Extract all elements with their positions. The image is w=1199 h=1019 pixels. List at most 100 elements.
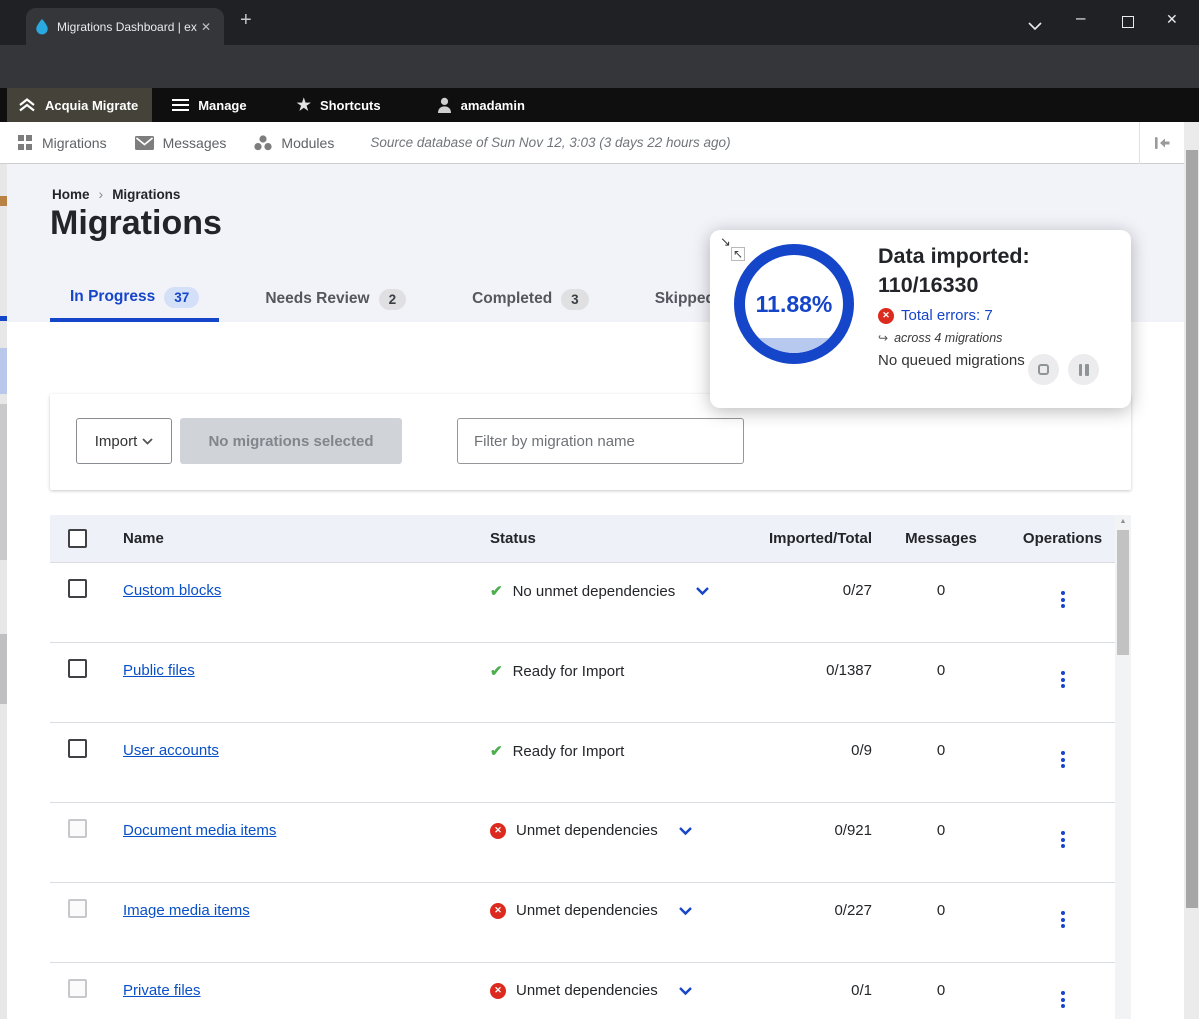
tab-title: Migrations Dashboard | example (57, 20, 197, 34)
status-expand-chevron[interactable] (678, 906, 693, 916)
drupal-favicon (35, 19, 49, 35)
toolbar-item-manage[interactable]: Manage (160, 88, 258, 122)
migrations-table: Name Status Imported/Total Messages Oper… (50, 515, 1131, 1019)
row-checkbox[interactable] (68, 579, 87, 598)
admin-toolbar: Acquia Migrate Manage ★ Shortcuts amadam… (0, 88, 1199, 122)
toolbar-item-user[interactable]: amadamin (425, 88, 537, 122)
toolbar-item-shortcuts[interactable]: ★ Shortcuts (285, 88, 393, 122)
toolbar-item-migrations[interactable]: Migrations (18, 135, 107, 151)
scroll-up-arrow[interactable]: ▲ (1115, 518, 1131, 525)
table-header: Name Status Imported/Total Messages Oper… (50, 515, 1131, 562)
migration-link[interactable]: Public files (123, 662, 195, 679)
secondary-toolbar: Migrations Messages Modules Source datab… (0, 122, 1199, 164)
status-error-icon: ✕ (490, 823, 506, 839)
migration-link[interactable]: User accounts (123, 742, 219, 759)
operations-kebab-icon[interactable] (1061, 831, 1065, 848)
messages-count: 0 (937, 582, 945, 599)
header-name: Name (106, 530, 466, 547)
toolbar-item-acquia-migrate[interactable]: Acquia Migrate (7, 88, 152, 122)
migration-link[interactable]: Document media items (123, 822, 276, 839)
table-scrollbar-thumb[interactable] (1117, 530, 1129, 655)
resize-handle-icon[interactable]: ↘ (720, 234, 731, 250)
tab-completed[interactable]: Completed 3 (452, 276, 609, 322)
migration-link[interactable]: Custom blocks (123, 582, 221, 599)
source-database-note: Source database of Sun Nov 12, 3:03 (3 d… (370, 135, 730, 150)
operations-kebab-icon[interactable] (1061, 991, 1065, 1008)
header-imported: Imported/Total (750, 530, 872, 547)
status-text: No unmet dependencies (513, 583, 676, 600)
browser-tab[interactable]: Migrations Dashboard | example ✕ (26, 8, 224, 45)
table-row: User accounts ✔Ready for Import 0/9 0 (50, 722, 1131, 802)
header-operations: Operations (1010, 530, 1115, 547)
tab-needs-review[interactable]: Needs Review 2 (245, 276, 426, 322)
window-close-button[interactable]: ✕ (1166, 11, 1178, 28)
messages-count: 0 (937, 662, 945, 679)
error-icon: ✕ (878, 308, 894, 324)
tab-close-icon[interactable]: ✕ (201, 20, 211, 34)
list-controls-card: Import No migrations selected (50, 394, 1131, 490)
tab-label: Needs Review (265, 290, 369, 308)
operations-kebab-icon[interactable] (1061, 751, 1065, 768)
no-migrations-selected-button[interactable]: No migrations selected (180, 418, 402, 464)
status-error-icon: ✕ (490, 903, 506, 919)
table-scrollbar[interactable]: ▲ (1115, 515, 1131, 1019)
menu-icon (172, 96, 189, 113)
pause-button[interactable] (1068, 354, 1099, 385)
import-progress-popup: ↘ ↖ 11.88% Data imported: 110/16330 ✕ To… (710, 230, 1131, 408)
row-checkbox[interactable] (68, 659, 87, 678)
hook-arrow-icon: ↪ (878, 331, 888, 345)
progress-percent: 11.88% (745, 255, 843, 353)
status-expand-chevron[interactable] (695, 586, 710, 596)
new-tab-button[interactable]: + (240, 9, 252, 32)
messages-count: 0 (937, 982, 945, 999)
user-icon (437, 97, 452, 113)
imported-total: 0/227 (834, 902, 872, 919)
page-scrollbar[interactable] (1184, 122, 1199, 1019)
stop-icon (1038, 364, 1049, 375)
status-text: Unmet dependencies (516, 822, 658, 839)
resize-handle-icon[interactable]: ↖ (731, 247, 745, 261)
table-row: Custom blocks ✔No unmet dependencies 0/2… (50, 562, 1131, 642)
progress-ring: 11.88% (734, 244, 854, 364)
toolbar-item-modules[interactable]: Modules (254, 135, 334, 151)
messages-count: 0 (937, 822, 945, 839)
import-dropdown-button[interactable]: Import (76, 418, 172, 464)
window-minimize-button[interactable]: – (1076, 8, 1085, 28)
toolbar-item-label: amadamin (461, 98, 525, 113)
imported-total: 0/1387 (826, 662, 872, 679)
operations-kebab-icon[interactable] (1061, 591, 1065, 608)
table-row: Public files ✔Ready for Import 0/1387 0 (50, 642, 1131, 722)
row-checkbox-disabled (68, 819, 87, 838)
status-expand-chevron[interactable] (678, 986, 693, 996)
status-text: Ready for Import (513, 743, 625, 760)
tab-in-progress[interactable]: In Progress 37 (50, 276, 219, 322)
tab-search-icon[interactable] (1028, 17, 1042, 35)
window-maximize-button[interactable] (1122, 16, 1134, 28)
migration-link[interactable]: Private files (123, 982, 201, 999)
status-ok-icon: ✔ (490, 582, 503, 600)
status-ok-icon: ✔ (490, 662, 503, 680)
toolbar-item-messages[interactable]: Messages (135, 135, 227, 151)
select-all-checkbox[interactable] (68, 529, 87, 548)
imported-total: 0/1 (851, 982, 872, 999)
tab-label: Completed (472, 290, 552, 308)
browser-toolbar: ← → ↻ ⌂ d9ama-ddevblog.ddev.site/acquia-… (0, 45, 1199, 88)
collapse-toolbar-button[interactable] (1139, 122, 1184, 164)
migration-link[interactable]: Image media items (123, 902, 250, 919)
breadcrumb-home-link[interactable]: Home (52, 187, 90, 202)
operations-kebab-icon[interactable] (1061, 671, 1065, 688)
row-checkbox[interactable] (68, 739, 87, 758)
operations-kebab-icon[interactable] (1061, 911, 1065, 928)
filter-input[interactable] (457, 418, 744, 464)
status-expand-chevron[interactable] (678, 826, 693, 836)
table-row: Image media items ✕ Unmet dependencies 0/… (50, 882, 1131, 962)
status-text: Unmet dependencies (516, 902, 658, 919)
envelope-icon (135, 136, 154, 150)
tab-label: Skipped (655, 290, 715, 308)
toolbar-item-label: Shortcuts (320, 98, 381, 113)
chevron-down-icon (142, 438, 153, 445)
page-scrollbar-thumb[interactable] (1186, 150, 1198, 908)
total-errors-link[interactable]: Total errors: 7 (901, 307, 993, 324)
stop-button[interactable] (1028, 354, 1059, 385)
row-checkbox-disabled (68, 979, 87, 998)
